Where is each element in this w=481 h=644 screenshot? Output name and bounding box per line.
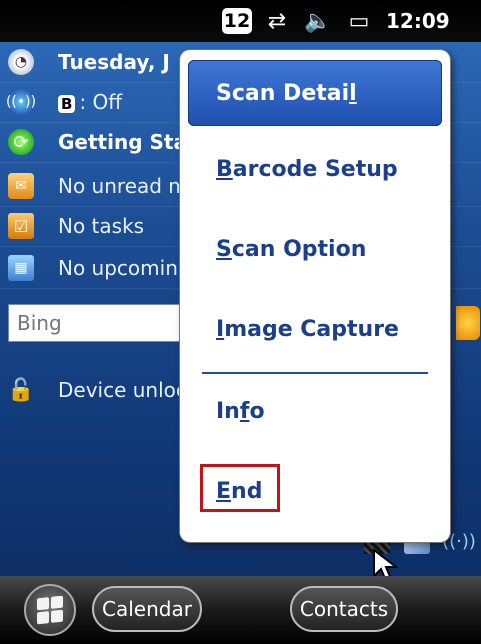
menu-item-image-capture[interactable]: Image Capture (188, 296, 442, 362)
taskbar: Calendar Contacts (0, 576, 481, 644)
softkey-calendar[interactable]: Calendar (92, 586, 202, 632)
bluetooth-icon: B (58, 95, 76, 113)
clock-icon: ◔ (8, 49, 34, 75)
start-button[interactable] (24, 584, 76, 636)
windows-logo-icon (37, 595, 63, 625)
messages-label: No unread m (58, 174, 188, 198)
mail-icon: ✉ (8, 173, 34, 199)
menu-accelerator-key: I (216, 316, 225, 342)
menu-divider (202, 372, 428, 374)
sync-icon[interactable]: ⇄ (262, 6, 292, 36)
menu-item-scan-option[interactable]: Scan Option (188, 216, 442, 282)
clock-time[interactable]: 12:09 (386, 6, 476, 36)
tasks-label: No tasks (58, 214, 145, 238)
notification-count-badge[interactable]: 12 (222, 8, 252, 34)
tasks-icon: ☑ (8, 213, 34, 239)
battery-charging-icon[interactable]: ▭ (343, 6, 375, 36)
menu-accelerator-key: B (216, 156, 233, 182)
bluetooth-status: B: Off (58, 90, 122, 114)
volume-icon[interactable]: 🔈 (303, 6, 333, 36)
softkey-contacts[interactable]: Contacts (290, 586, 398, 632)
menu-accelerator-key: l (349, 80, 357, 106)
menu-accelerator-key: S (216, 236, 232, 262)
menu-label-text: arcode Setup (232, 156, 398, 182)
menu-label-text: mage Capture (224, 316, 399, 342)
date-label: Tuesday, J (58, 50, 170, 74)
menu-item-barcode-setup[interactable]: Barcode Setup (188, 136, 442, 202)
getting-started-label: Getting Sta (58, 130, 187, 154)
calendar-label: No upcoming (58, 256, 191, 280)
menu-label-text: o (249, 398, 265, 424)
menu-accelerator-key: f (239, 398, 250, 424)
menu-label-text: Scan Detai (216, 80, 350, 106)
menu-item-info[interactable]: In f o (188, 378, 442, 444)
cursor-icon (373, 548, 399, 576)
wireless-icon: ((•)) (6, 89, 36, 115)
menu-item-scan-detail[interactable]: Scan Detai l (188, 60, 442, 126)
menu-label-text: In (216, 398, 240, 424)
getting-started-icon: ⟳ (8, 129, 34, 155)
unlock-icon: 🔓 (7, 377, 35, 403)
end-highlight-box (200, 464, 280, 512)
bluetooth-status-text: : Off (79, 90, 123, 114)
calendar-icon: ▦ (8, 255, 34, 281)
device-lock-label: Device unloc (58, 378, 187, 402)
status-bar: 12 ⇄ 🔈 ▭ 12:09 (0, 0, 481, 42)
search-go-button[interactable] (456, 306, 480, 340)
menu-label-text: can Option (231, 236, 367, 262)
